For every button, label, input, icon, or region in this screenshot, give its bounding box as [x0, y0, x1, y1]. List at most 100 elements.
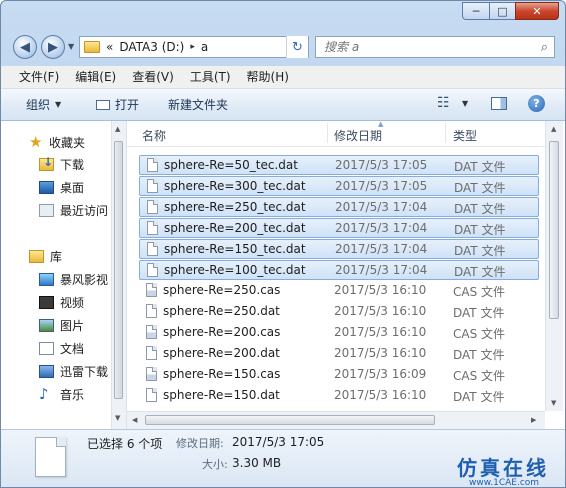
file-row[interactable]: sphere-Re=150_tec.dat 2017/5/3 17:04 DAT 文… — [139, 239, 539, 259]
thunder-download-icon — [39, 364, 54, 378]
file-row[interactable]: sphere-Re=50_tec.dat 2017/5/3 17:05 DAT 文件 — [139, 155, 539, 175]
file-row[interactable]: sphere-Re=100_tec.dat 2017/5/3 17:04 DAT 文… — [139, 260, 539, 280]
organize-button[interactable]: 组织 ▼ — [26, 96, 61, 113]
nav-item-downloads[interactable]: 下载 — [39, 154, 84, 174]
nav-item-videos[interactable]: 视频 — [39, 292, 84, 312]
recent-pages-dropdown[interactable]: ▼ — [68, 42, 74, 51]
menu-file[interactable]: 文件(F) — [1, 66, 67, 88]
address-separator[interactable]: ▸ — [190, 42, 195, 52]
search-input[interactable] — [322, 39, 526, 55]
size-value: 3.30 MB — [232, 456, 282, 470]
file-row[interactable]: sphere-Re=150.dat 2017/5/3 16:10 DAT 文件 — [139, 386, 539, 406]
column-header-name[interactable]: 名称 — [142, 127, 166, 144]
help-button[interactable]: ? — [528, 95, 545, 112]
file-modified-date: 2017/5/3 17:05 — [335, 179, 428, 193]
open-label: 打开 — [115, 98, 140, 112]
nav-libraries-label: 库 — [50, 249, 63, 264]
open-button[interactable]: 打开 — [96, 96, 139, 113]
cas-file-icon — [146, 325, 157, 339]
file-name: sphere-Re=250.dat — [163, 304, 280, 318]
nav-item-baofeng[interactable]: 暴风影视 — [39, 269, 108, 289]
change-view-button[interactable]: ☷ — [437, 95, 450, 111]
file-row[interactable]: sphere-Re=250.dat 2017/5/3 16:10 DAT 文件 — [139, 302, 539, 322]
file-row[interactable]: sphere-Re=250_tec.dat 2017/5/3 17:04 DAT 文… — [139, 197, 539, 217]
file-type: DAT 文件 — [454, 202, 506, 216]
new-folder-button[interactable]: 新建文件夹 — [168, 96, 228, 113]
dat-file-icon — [147, 221, 158, 235]
file-row[interactable]: sphere-Re=150.cas 2017/5/3 16:09 CAS 文件 — [139, 365, 539, 385]
nav-item-thunder[interactable]: 迅雷下载 — [39, 361, 108, 381]
scroll-left-icon[interactable]: ◀ — [132, 416, 137, 424]
search-box[interactable]: ⌕ — [315, 36, 555, 58]
forward-button[interactable]: ▶ — [41, 35, 65, 59]
nav-item-music[interactable]: ♪ 音乐 — [39, 384, 84, 404]
menu-edit[interactable]: 编辑(E) — [67, 66, 124, 88]
horizontal-scroll-thumb[interactable] — [145, 415, 435, 425]
view-options-dropdown[interactable]: ▼ — [462, 99, 468, 108]
search-icon[interactable]: ⌕ — [541, 40, 548, 55]
minimize-icon: ─ — [472, 4, 480, 18]
file-name: sphere-Re=200.cas — [163, 325, 281, 339]
address-segment-folder[interactable]: a — [201, 40, 208, 54]
scroll-right-icon[interactable]: ▶ — [531, 416, 536, 424]
file-row[interactable]: sphere-Re=200_tec.dat 2017/5/3 17:04 DAT 文… — [139, 218, 539, 238]
scroll-up-icon[interactable]: ▲ — [115, 125, 120, 133]
file-type: CAS 文件 — [453, 285, 506, 299]
nav-item-label: 图片 — [60, 318, 85, 333]
nav-scroll-thumb[interactable] — [114, 141, 123, 399]
file-row[interactable]: sphere-Re=250.cas 2017/5/3 16:10 CAS 文件 — [139, 281, 539, 301]
file-modified-date: 2017/5/3 16:10 — [334, 283, 427, 297]
close-button[interactable]: ✕ — [515, 2, 559, 20]
nav-favorites[interactable]: ★ 收藏夹 — [29, 132, 85, 152]
scroll-down-icon[interactable]: ▼ — [551, 399, 556, 407]
column-header-type[interactable]: 类型 — [453, 127, 477, 144]
file-modified-date: 2017/5/3 16:09 — [334, 367, 427, 381]
nav-item-label: 迅雷下载 — [60, 364, 109, 379]
column-divider[interactable] — [445, 123, 446, 143]
file-modified-date: 2017/5/3 16:10 — [334, 388, 427, 402]
dat-file-icon — [146, 304, 157, 318]
file-name: sphere-Re=50_tec.dat — [164, 158, 298, 172]
nav-pane-scrollbar[interactable]: ▲ ▼ — [111, 121, 126, 429]
file-row[interactable]: sphere-Re=200.dat 2017/5/3 16:10 DAT 文件 — [139, 344, 539, 364]
address-bar[interactable]: « DATA3 (D:) ▸ a ▼ — [79, 36, 309, 58]
cas-file-icon — [146, 283, 157, 297]
chevron-down-icon: ▼ — [55, 100, 62, 109]
vertical-scroll-thumb[interactable] — [549, 141, 559, 319]
nav-item-label: 视频 — [60, 295, 85, 310]
file-row[interactable]: sphere-Re=300_tec.dat 2017/5/3 17:05 DAT 文… — [139, 176, 539, 196]
file-list-vertical-scrollbar[interactable]: ▲ ▼ — [545, 121, 563, 411]
navigation-pane: ★ 收藏夹 下载 桌面 最近访问 库 暴风影视 视频 图片 — [1, 121, 127, 429]
address-segment-drive[interactable]: DATA3 (D:) — [119, 40, 184, 54]
nav-item-pictures[interactable]: 图片 — [39, 315, 84, 335]
maximize-button[interactable]: □ — [489, 2, 515, 20]
menu-view[interactable]: 查看(V) — [124, 66, 182, 88]
nav-item-desktop[interactable]: 桌面 — [39, 177, 84, 197]
refresh-icon: ↻ — [292, 39, 303, 55]
nav-item-label: 文档 — [60, 341, 85, 356]
menu-help[interactable]: 帮助(H) — [239, 66, 297, 88]
file-row[interactable]: sphere-Re=200.cas 2017/5/3 16:10 CAS 文件 — [139, 323, 539, 343]
dat-file-icon — [146, 388, 157, 402]
file-name: sphere-Re=300_tec.dat — [164, 179, 306, 193]
nav-item-recent[interactable]: 最近访问 — [39, 200, 108, 220]
address-overflow[interactable]: « — [106, 40, 113, 54]
column-divider[interactable] — [327, 123, 328, 143]
nav-item-label: 音乐 — [60, 387, 85, 402]
modified-date-value: 2017/5/3 17:05 — [232, 435, 325, 449]
nav-libraries[interactable]: 库 — [29, 246, 62, 266]
file-thumbnail-icon — [35, 437, 66, 477]
preview-pane-button[interactable] — [491, 97, 507, 110]
scroll-up-icon[interactable]: ▲ — [551, 125, 556, 133]
menu-tools[interactable]: 工具(T) — [182, 66, 239, 88]
scroll-down-icon[interactable]: ▼ — [115, 414, 120, 422]
minimize-button[interactable]: ─ — [462, 2, 489, 20]
file-list-horizontal-scrollbar[interactable]: ◀ ▶ — [127, 411, 545, 429]
back-button[interactable]: ◀ — [13, 35, 37, 59]
explorer-window: ─ □ ✕ ◀ ▶ ▼ « DATA3 (D:) ▸ a ▼ ↻ ⌕ 文件(F)… — [0, 0, 566, 488]
nav-item-documents[interactable]: 文档 — [39, 338, 84, 358]
cas-file-icon — [146, 367, 157, 381]
refresh-button[interactable]: ↻ — [286, 36, 308, 58]
column-header-date[interactable]: 修改日期 — [334, 127, 382, 144]
file-name: sphere-Re=200_tec.dat — [164, 221, 306, 235]
